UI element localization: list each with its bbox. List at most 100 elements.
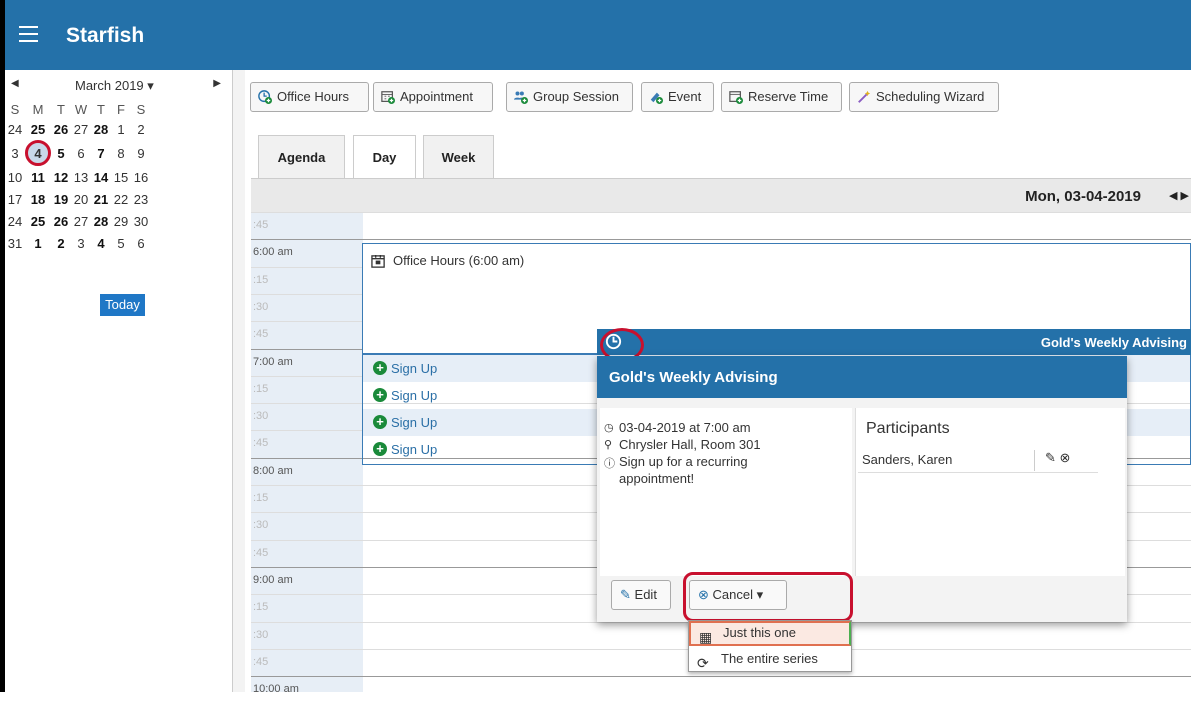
calendar-day[interactable]: 23 — [131, 188, 151, 210]
info-icon: ⓘ — [604, 458, 615, 470]
event-header-bar[interactable]: Gold's Weekly Advising — [597, 329, 1191, 355]
calendar-day[interactable]: 24 — [5, 210, 25, 232]
office-hours-title: Office Hours (6:00 am) — [393, 253, 525, 268]
calendar-day[interactable]: 26 — [51, 118, 71, 140]
calendar-day[interactable]: 13 — [71, 166, 91, 188]
current-date: Mon, 03-04-2019 — [1025, 188, 1141, 205]
participants-title: Participants — [866, 420, 950, 437]
menu-item-entire-series[interactable]: ⟳ The entire series — [689, 647, 851, 672]
calendar-icon: ▦ — [699, 629, 713, 645]
reserve-time-button[interactable]: Reserve Time — [721, 82, 842, 112]
participant-row: Sanders, Karen ✎ ⊗ — [858, 448, 1098, 473]
calendar-day[interactable]: 31 — [5, 232, 25, 254]
hamburger-menu-icon[interactable] — [19, 26, 38, 42]
participant-name: Sanders, Karen — [862, 452, 953, 467]
calendar-day[interactable]: 6 — [131, 232, 151, 254]
sign-up-link[interactable]: Sign Up — [391, 442, 437, 457]
scheduling-wizard-button[interactable]: Scheduling Wizard — [849, 82, 999, 112]
calendar-day[interactable]: 8 — [111, 140, 131, 166]
prev-month-icon[interactable]: ◀ — [11, 78, 19, 89]
calendar-day[interactable]: 21 — [91, 188, 111, 210]
calendar-day[interactable]: 29 — [111, 210, 131, 232]
calendar-day[interactable]: 12 — [51, 166, 71, 188]
event-button[interactable]: Event — [641, 82, 714, 112]
calendar-day[interactable]: 2 — [51, 232, 71, 254]
menu-item-label: The entire series — [721, 651, 818, 666]
calendar-day[interactable]: 30 — [131, 210, 151, 232]
appointment-note-1: Sign up for a recurring — [619, 454, 748, 469]
reserve-time-label: Reserve Time — [748, 89, 829, 104]
edit-button[interactable]: ✎ Edit — [611, 580, 671, 610]
weekday-header: W — [74, 101, 88, 117]
time-label: 8:00 am — [253, 464, 293, 477]
popup-details: ◷ 03-04-2019 at 7:00 am ⚲ Chrysler Hall, R… — [600, 408, 852, 576]
calendar-day[interactable]: 22 — [111, 188, 131, 210]
remove-circle-icon[interactable]: ⊗ — [1060, 450, 1071, 465]
pencil-icon[interactable]: ✎ — [1045, 450, 1056, 465]
calendar-day[interactable]: 11 — [25, 166, 51, 188]
weekday-header: S — [10, 101, 20, 117]
group-session-button[interactable]: Group Session — [506, 82, 633, 112]
appointment-datetime: 03-04-2019 at 7:00 am — [619, 420, 751, 435]
appointment-location: Chrysler Hall, Room 301 — [619, 437, 761, 452]
group-add-icon — [514, 91, 528, 104]
tab-day[interactable]: Day — [353, 135, 416, 180]
calendar-day[interactable]: 25 — [25, 210, 51, 232]
calendar-add-icon — [381, 91, 395, 104]
calendar-day[interactable]: 6 — [71, 140, 91, 166]
calendar-day[interactable]: 24 — [5, 118, 25, 140]
calendar-day[interactable]: 16 — [131, 166, 151, 188]
calendar-day[interactable]: 1 — [25, 232, 51, 254]
calendar-day[interactable]: 14 — [91, 166, 111, 188]
participants-panel: Participants Sanders, Karen ✎ ⊗ — [855, 408, 1125, 576]
tab-agenda[interactable]: Agenda — [258, 135, 345, 178]
office-hours-button[interactable]: Office Hours — [250, 82, 369, 112]
calendar-day[interactable]: 28 — [91, 210, 111, 232]
next-month-icon[interactable]: ▶ — [213, 78, 221, 89]
calendar-day[interactable]: 5 — [111, 232, 131, 254]
scheduling-wizard-label: Scheduling Wizard — [876, 89, 985, 104]
calendar-day[interactable]: 28 — [91, 118, 111, 140]
app-brand: Starfish — [66, 24, 145, 47]
sign-up-link[interactable]: Sign Up — [391, 361, 437, 376]
calendar-day[interactable]: 18 — [25, 188, 51, 210]
selected-day[interactable]: 4 — [25, 140, 51, 166]
event-add-icon — [650, 92, 663, 104]
calendar-day[interactable]: 5 — [51, 140, 71, 166]
calendar-day[interactable]: 27 — [71, 210, 91, 232]
calendar-day[interactable]: 26 — [51, 210, 71, 232]
menu-item-just-this-one[interactable]: ▦ Just this one — [689, 621, 851, 646]
calendar-day[interactable]: 25 — [25, 118, 51, 140]
tab-week[interactable]: Week — [423, 135, 494, 178]
edit-label: Edit — [634, 587, 657, 602]
time-slot-row[interactable]: :45 — [251, 212, 1191, 239]
calendar-day[interactable]: 9 — [131, 140, 151, 166]
today-button[interactable]: Today — [100, 294, 145, 316]
mini-calendar-panel: ◀ March 2019 ▾ ▶ SMTWTFS 24 25 26 27 28 1 2 3 4 5… — [0, 70, 233, 692]
calendar-day[interactable]: 7 — [91, 140, 111, 166]
calendar-day[interactable]: 4 — [91, 232, 111, 254]
month-selector[interactable]: March 2019 ▾ — [75, 78, 154, 94]
time-slot-row[interactable]: 10:00 am — [251, 676, 1191, 703]
appointment-button[interactable]: Appointment — [373, 82, 493, 112]
calendar-day[interactable]: 19 — [51, 188, 71, 210]
calendar-day[interactable]: 4 — [25, 140, 51, 166]
plus-circle-icon: + — [373, 361, 387, 375]
date-nav-arrows-icon[interactable]: ◀ ▶ — [1169, 189, 1189, 202]
sign-up-link[interactable]: Sign Up — [391, 415, 437, 430]
calendar-day[interactable]: 27 — [71, 118, 91, 140]
calendar-day[interactable]: 3 — [5, 140, 25, 166]
appointment-label: Appointment — [400, 89, 473, 104]
calendar-day[interactable]: 3 — [71, 232, 91, 254]
calendar-day[interactable]: 10 — [5, 166, 25, 188]
calendar-day[interactable]: 2 — [131, 118, 151, 140]
calendar-day[interactable]: 20 — [71, 188, 91, 210]
app-header: Starfish — [0, 0, 1191, 70]
calendar-day[interactable]: 15 — [111, 166, 131, 188]
time-label: :30 — [253, 300, 269, 313]
time-label: :45 — [253, 328, 269, 341]
time-label: 9:00 am — [253, 573, 293, 586]
calendar-day[interactable]: 1 — [111, 118, 131, 140]
calendar-day[interactable]: 17 — [5, 188, 25, 210]
sign-up-link[interactable]: Sign Up — [391, 388, 437, 403]
